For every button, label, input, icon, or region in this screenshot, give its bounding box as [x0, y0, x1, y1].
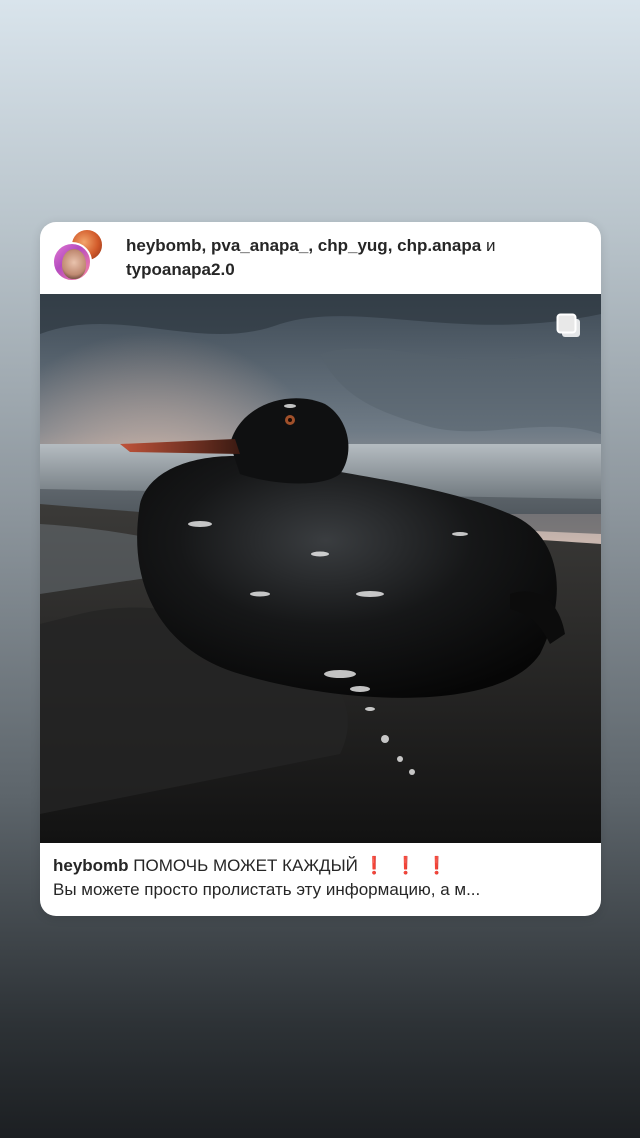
multiple-images-icon: [556, 313, 580, 337]
conjunction-text: и: [481, 236, 496, 255]
caption-text[interactable]: Вы можете просто пролистать эту информац…: [53, 878, 589, 902]
avatar[interactable]: [52, 242, 92, 282]
caption-headline: ПОМОЧЬ МОЖЕТ КАЖДЫЙ: [133, 856, 358, 875]
avatar-stack[interactable]: [52, 228, 108, 284]
post-image[interactable]: [40, 294, 601, 843]
oiled-bird-photo: [40, 294, 601, 843]
collaborator-username-last[interactable]: typoanapa2.0: [126, 260, 235, 279]
caption-headline-row: heybomb ПОМОЧЬ МОЖЕТ КАЖДЫЙ ❗❗❗: [53, 854, 589, 878]
post-caption[interactable]: heybomb ПОМОЧЬ МОЖЕТ КАЖДЫЙ ❗❗❗ Вы можете…: [53, 854, 589, 902]
caption-author[interactable]: heybomb: [53, 856, 129, 875]
collaborator-usernames[interactable]: heybomb, pva_anapa_, chp_yug, chp.anapa: [126, 236, 481, 255]
post-card[interactable]: heybomb, pva_anapa_, chp_yug, chp.anapa …: [40, 222, 601, 916]
avatar-face: [62, 249, 86, 279]
collaborators-text[interactable]: heybomb, pva_anapa_, chp_yug, chp.anapa …: [126, 234, 586, 282]
exclamation-icons: ❗❗❗: [363, 856, 458, 875]
post-header[interactable]: heybomb, pva_anapa_, chp_yug, chp.anapa …: [40, 222, 601, 294]
